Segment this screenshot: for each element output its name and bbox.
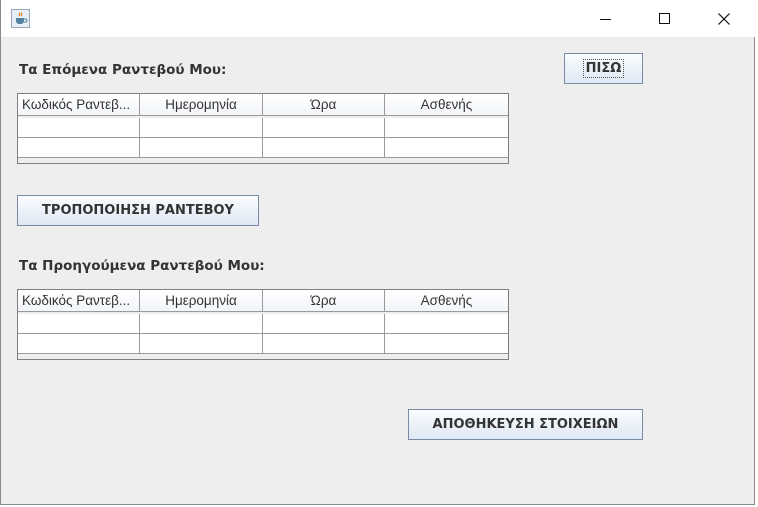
column-header-patient[interactable]: Ασθενής — [385, 290, 508, 312]
minimize-icon — [600, 18, 611, 20]
column-header-date[interactable]: Ημερομηνία — [140, 94, 263, 116]
table-cell[interactable] — [18, 118, 140, 138]
java-cup-icon[interactable] — [11, 9, 30, 28]
back-button[interactable]: ΠΙΣΩ — [564, 53, 643, 84]
table-cell[interactable] — [385, 138, 508, 158]
upcoming-heading: Τα Επόμενα Ραντεβού Μου: — [19, 62, 227, 78]
back-button-label: ΠΙΣΩ — [582, 59, 625, 78]
column-header-code[interactable]: Κωδικός Ραντεβ... — [18, 290, 140, 312]
maximize-icon — [659, 12, 670, 24]
title-bar — [1, 0, 756, 37]
table-cell[interactable] — [385, 334, 508, 354]
table-cell[interactable] — [385, 118, 508, 138]
table-cell[interactable] — [140, 334, 263, 354]
table-row[interactable] — [18, 138, 508, 158]
table-row[interactable] — [18, 314, 508, 334]
table-cell[interactable] — [263, 314, 385, 334]
column-header-date[interactable]: Ημερομηνία — [140, 290, 263, 312]
previous-heading: Τα Προηγούμενα Ραντεβού Μου: — [19, 258, 265, 274]
table-cell[interactable] — [140, 314, 263, 334]
modify-appointment-button[interactable]: ΤΡΟΠΟΠΟΙΗΣΗ ΡΑΝΤΕΒΟΥ — [17, 195, 259, 226]
maximize-button[interactable] — [636, 0, 694, 37]
close-icon — [718, 12, 730, 25]
upcoming-table[interactable]: Κωδικός Ραντεβ... Ημερομηνία Ώρα Ασθενής — [17, 93, 509, 164]
table-cell[interactable] — [140, 138, 263, 158]
table-cell[interactable] — [385, 314, 508, 334]
table-cell[interactable] — [263, 118, 385, 138]
app-window: Τα Επόμενα Ραντεβού Μου: ΠΙΣΩ Κωδικός Ρα… — [0, 0, 756, 505]
minimize-button[interactable] — [577, 0, 635, 37]
upcoming-table-header: Κωδικός Ραντεβ... Ημερομηνία Ώρα Ασθενής — [18, 94, 508, 117]
table-row[interactable] — [18, 118, 508, 138]
previous-table-header: Κωδικός Ραντεβ... Ημερομηνία Ώρα Ασθενής — [18, 290, 508, 313]
table-row[interactable] — [18, 334, 508, 354]
table-cell[interactable] — [18, 314, 140, 334]
save-details-button[interactable]: ΑΠΟΘΗΚΕΥΣΗ ΣΤΟΙΧΕΙΩΝ — [408, 409, 643, 440]
table-cell[interactable] — [18, 138, 140, 158]
column-header-time[interactable]: Ώρα — [263, 94, 385, 116]
table-cell[interactable] — [263, 334, 385, 354]
table-cell[interactable] — [18, 334, 140, 354]
column-header-time[interactable]: Ώρα — [263, 290, 385, 312]
table-cell[interactable] — [263, 138, 385, 158]
close-button[interactable] — [695, 0, 753, 37]
column-header-patient[interactable]: Ασθενής — [385, 94, 508, 116]
column-header-code[interactable]: Κωδικός Ραντεβ... — [18, 94, 140, 116]
table-cell[interactable] — [140, 118, 263, 138]
previous-table[interactable]: Κωδικός Ραντεβ... Ημερομηνία Ώρα Ασθενής — [17, 289, 509, 360]
